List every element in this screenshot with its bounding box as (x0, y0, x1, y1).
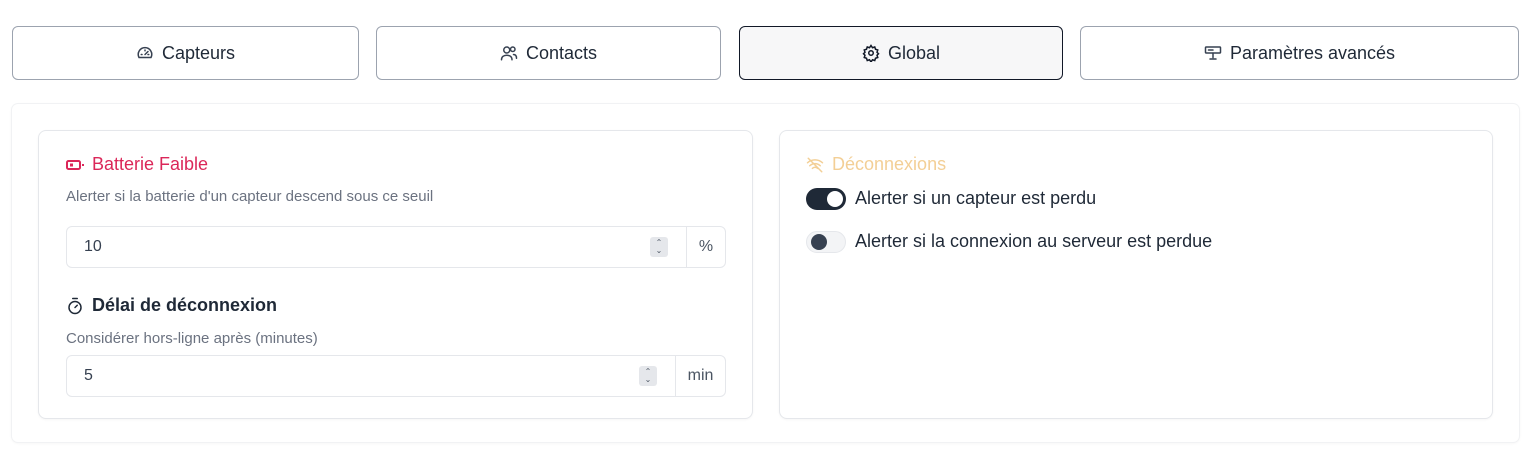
sensor-lost-toggle[interactable] (806, 188, 846, 210)
battery-low-icon (66, 159, 84, 170)
server-lost-label: Alerter si la connexion au serveur est p… (855, 231, 1213, 251)
battery-title: Batterie Faible (66, 154, 208, 175)
disconnections-card: Déconnexions Alerter si un capteur est p… (779, 130, 1493, 419)
battery-title-text: Batterie Faible (92, 154, 209, 174)
toggle-knob (827, 191, 843, 207)
battery-description: Alerter si la batterie d'un capteur desc… (66, 188, 434, 205)
battery-threshold-input[interactable]: 10 ⌃ ⌄ % (66, 226, 726, 268)
battery-value[interactable]: 10 (67, 227, 686, 267)
timeout-description: Considérer hors-ligne après (minutes) (66, 330, 318, 347)
timeout-minutes-input[interactable]: 5 ⌃ ⌄ min (66, 355, 726, 397)
tab-parametres-avances[interactable]: Paramètres avancés (1080, 26, 1519, 80)
tab-contacts[interactable]: Contacts (376, 26, 721, 80)
battery-stepper[interactable]: ⌃ ⌄ (650, 237, 668, 257)
server-lost-toggle[interactable] (806, 231, 846, 253)
timeout-stepper[interactable]: ⌃ ⌄ (639, 366, 657, 386)
tab-capteurs[interactable]: Capteurs (12, 26, 359, 80)
battery-unit: % (686, 227, 725, 267)
timeout-title: Délai de déconnexion (66, 295, 277, 316)
disconnections-title-text: Déconnexions (832, 154, 947, 174)
users-icon (500, 46, 518, 61)
timeout-unit: min (675, 356, 725, 396)
toggle-knob (811, 234, 827, 250)
tab-global[interactable]: Global (739, 26, 1063, 80)
timeout-title-text: Délai de déconnexion (92, 295, 278, 315)
gauge-icon (137, 46, 153, 59)
tab-label: Contacts (525, 42, 598, 63)
sensor-lost-label: Alerter si un capteur est perdu (855, 188, 1097, 208)
timeout-value[interactable]: 5 (67, 356, 675, 396)
timer-icon (68, 297, 82, 314)
thresholds-card: Batterie Faible Alerter si la batterie d… (38, 130, 753, 419)
tab-label: Capteurs (161, 42, 236, 63)
gear-icon (862, 44, 880, 62)
wifi-off-icon (806, 157, 824, 172)
tab-label: Global (887, 42, 941, 63)
disconnections-title: Déconnexions (806, 154, 946, 175)
router-icon (1204, 46, 1222, 60)
tab-label: Paramètres avancés (1229, 42, 1396, 63)
